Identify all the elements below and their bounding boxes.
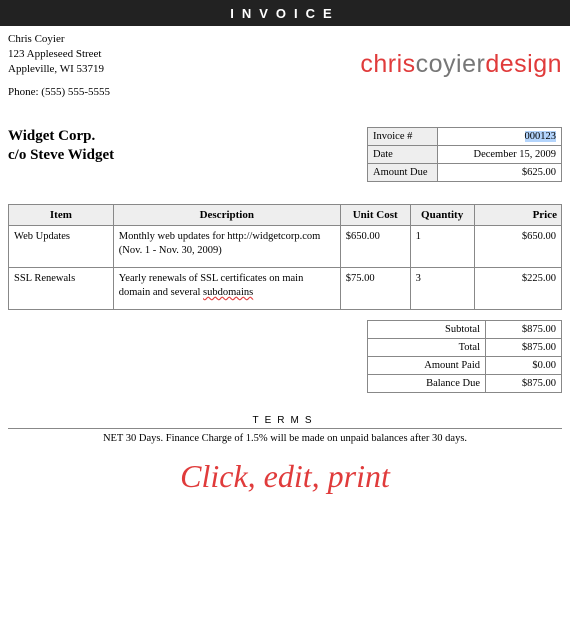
terms-body[interactable]: NET 30 Days. Finance Charge of 1.5% will…	[8, 433, 562, 444]
cell-desc[interactable]: Yearly renewals of SSL certificates on m…	[113, 268, 340, 310]
col-item: Item	[9, 205, 114, 226]
balance-label: Balance Due	[368, 375, 486, 393]
terms-heading: TERMS	[8, 415, 562, 429]
line-items-table: Item Description Unit Cost Quantity Pric…	[8, 204, 562, 310]
logo-part2: coyier	[416, 50, 486, 78]
invoice-meta: Invoice # 000123 Date December 15, 2009 …	[367, 127, 562, 182]
subtotal-value: $875.00	[486, 321, 562, 339]
sender-street: 123 Appleseed Street	[8, 47, 110, 62]
paid-label: Amount Paid	[368, 357, 486, 375]
cell-qty[interactable]: 1	[410, 226, 474, 268]
meta-due-value[interactable]: $625.00	[438, 164, 562, 182]
client-block[interactable]: Widget Corp. c/o Steve Widget	[8, 127, 114, 165]
cell-desc[interactable]: Monthly web updates for http://widgetcor…	[113, 226, 340, 268]
logo-part3: design	[485, 50, 562, 78]
cell-item[interactable]: SSL Renewals	[9, 268, 114, 310]
logo: chriscoyierdesign	[360, 50, 562, 79]
total-label: Total	[368, 339, 486, 357]
subtotal-label: Subtotal	[368, 321, 486, 339]
cell-cost[interactable]: $75.00	[340, 268, 410, 310]
sender-address[interactable]: Chris Coyier 123 Appleseed Street Applev…	[8, 32, 110, 99]
col-qty: Quantity	[410, 205, 474, 226]
table-row[interactable]: SSL Renewals Yearly renewals of SSL cert…	[9, 268, 562, 310]
meta-due-label: Amount Due	[368, 164, 438, 182]
totals-table: Subtotal$875.00 Total$875.00 Amount Paid…	[367, 320, 562, 393]
sender-citystate: Appleville, WI 53719	[8, 62, 110, 77]
table-row[interactable]: Web Updates Monthly web updates for http…	[9, 226, 562, 268]
tagline: Click, edit, print	[8, 458, 562, 495]
sender-name: Chris Coyier	[8, 32, 110, 47]
col-price: Price	[474, 205, 561, 226]
client-name: Widget Corp.	[8, 127, 114, 146]
balance-value: $875.00	[486, 375, 562, 393]
cell-price[interactable]: $650.00	[474, 226, 561, 268]
paid-value: $0.00	[486, 357, 562, 375]
meta-invoice-value[interactable]: 000123	[438, 128, 562, 146]
invoice-banner: INVOICE	[0, 0, 570, 26]
total-value: $875.00	[486, 339, 562, 357]
cell-qty[interactable]: 3	[410, 268, 474, 310]
meta-date-value[interactable]: December 15, 2009	[438, 146, 562, 164]
cell-item[interactable]: Web Updates	[9, 226, 114, 268]
cell-price[interactable]: $225.00	[474, 268, 561, 310]
logo-part1: chris	[360, 50, 415, 78]
client-co: c/o Steve Widget	[8, 146, 114, 165]
meta-invoice-label: Invoice #	[368, 128, 438, 146]
sender-phone: Phone: (555) 555-5555	[8, 85, 110, 100]
col-desc: Description	[113, 205, 340, 226]
meta-date-label: Date	[368, 146, 438, 164]
col-cost: Unit Cost	[340, 205, 410, 226]
cell-cost[interactable]: $650.00	[340, 226, 410, 268]
